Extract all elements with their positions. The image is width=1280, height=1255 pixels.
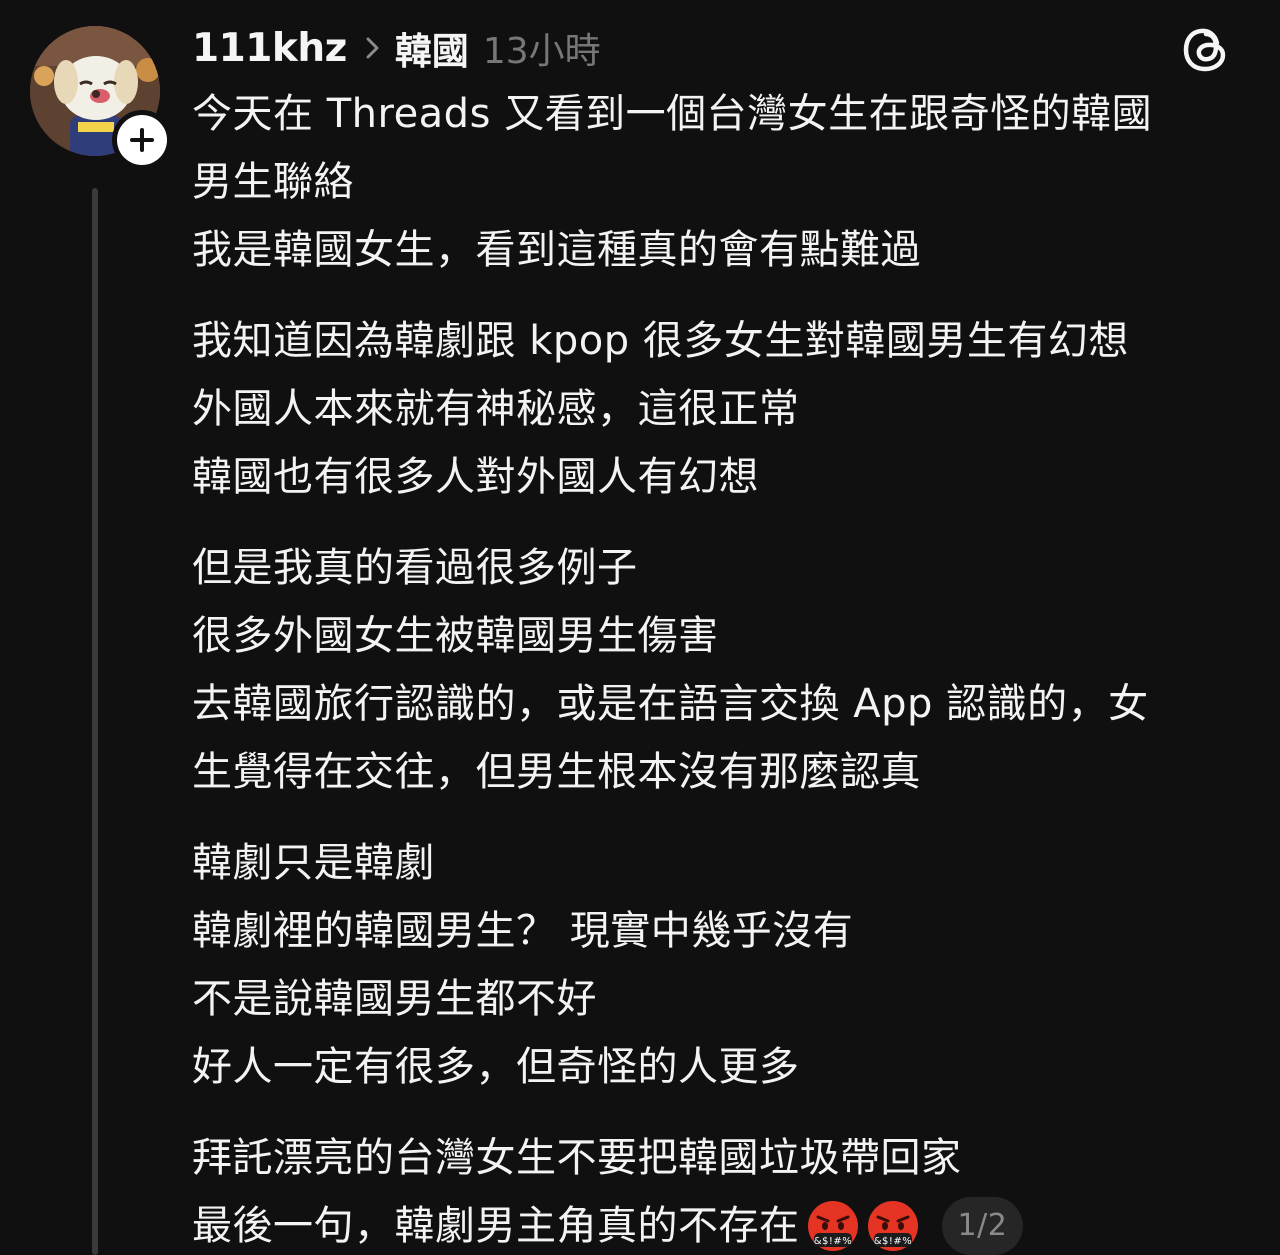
text-line: 今天在 Threads 又看到一個台灣女生在跟奇怪的韓國 [192,91,1153,137]
text-line: 但是我真的看過很多例子 [192,545,638,591]
plus-icon [130,128,154,152]
post-body: 今天在 Threads 又看到一個台灣女生在跟奇怪的韓國 男生聯絡 我是韓國女生… [192,80,1252,1255]
text-line: 韓國也有很多人對外國人有幻想 [192,454,759,500]
text-line: 外國人本來就有神秘感，這很正常 [192,386,800,432]
text-line: 韓劇只是韓劇 [192,840,435,886]
paragraph: 拜託漂亮的台灣女生不要把韓國垃圾帶回家 最後一句，韓劇男主角真的不存在 &$!#… [192,1124,1252,1255]
text-line: 生覺得在交往，但男生根本沒有那麼認真 [192,749,921,795]
follow-button[interactable] [112,110,172,170]
text-line: 很多外國女生被韓國男生傷害 [192,613,719,659]
face-with-symbols-on-mouth-icon: &$!#% [807,1201,858,1251]
text-line: 拜託漂亮的台灣女生不要把韓國垃圾帶回家 [192,1135,962,1181]
timestamp: 13小時 [482,31,601,72]
paragraph: 今天在 Threads 又看到一個台灣女生在跟奇怪的韓國 男生聯絡 我是韓國女生… [192,80,1252,284]
text-line: 不是說韓國男生都不好 [192,976,597,1022]
emoji-text: &$!#% [813,1236,852,1247]
text-line: 最後一句，韓劇男主角真的不存在 [192,1203,800,1249]
paragraph: 韓劇只是韓劇 韓劇裡的韓國男生？ 現實中幾乎沒有 不是說韓國男生都不好 好人一定… [192,829,1252,1101]
last-line-row: 最後一句，韓劇男主角真的不存在 &$!#% &$!#% 1/2 [192,1192,1252,1255]
page-indicator[interactable]: 1/2 [941,1197,1024,1255]
thread-line [92,188,98,1255]
text-line: 去韓國旅行認識的，或是在語言交換 App 認識的，女 [192,681,1149,727]
text-line: 好人一定有很多，但奇怪的人更多 [192,1044,800,1090]
text-line: 男生聯絡 [192,159,354,205]
topic-tag[interactable]: 韓國 [395,21,469,75]
post-header: 111khz 韓國 13小時 [192,22,601,74]
face-with-symbols-on-mouth-icon: &$!#% [867,1201,918,1251]
text-line: 我是韓國女生，看到這種真的會有點難過 [192,227,921,273]
username[interactable]: 111khz [192,26,347,71]
text-line: 我知道因為韓劇跟 kpop 很多女生對韓國男生有幻想 [192,318,1129,364]
paragraph: 但是我真的看過很多例子 很多外國女生被韓國男生傷害 去韓國旅行認識的，或是在語言… [192,534,1252,806]
paragraph: 我知道因為韓劇跟 kpop 很多女生對韓國男生有幻想 外國人本來就有神秘感，這很… [192,307,1252,511]
threads-logo-icon[interactable] [1181,24,1231,74]
text-line: 韓劇裡的韓國男生？ 現實中幾乎沒有 [192,908,854,954]
chevron-right-icon [365,36,381,60]
emoji-text: &$!#% [873,1236,912,1247]
